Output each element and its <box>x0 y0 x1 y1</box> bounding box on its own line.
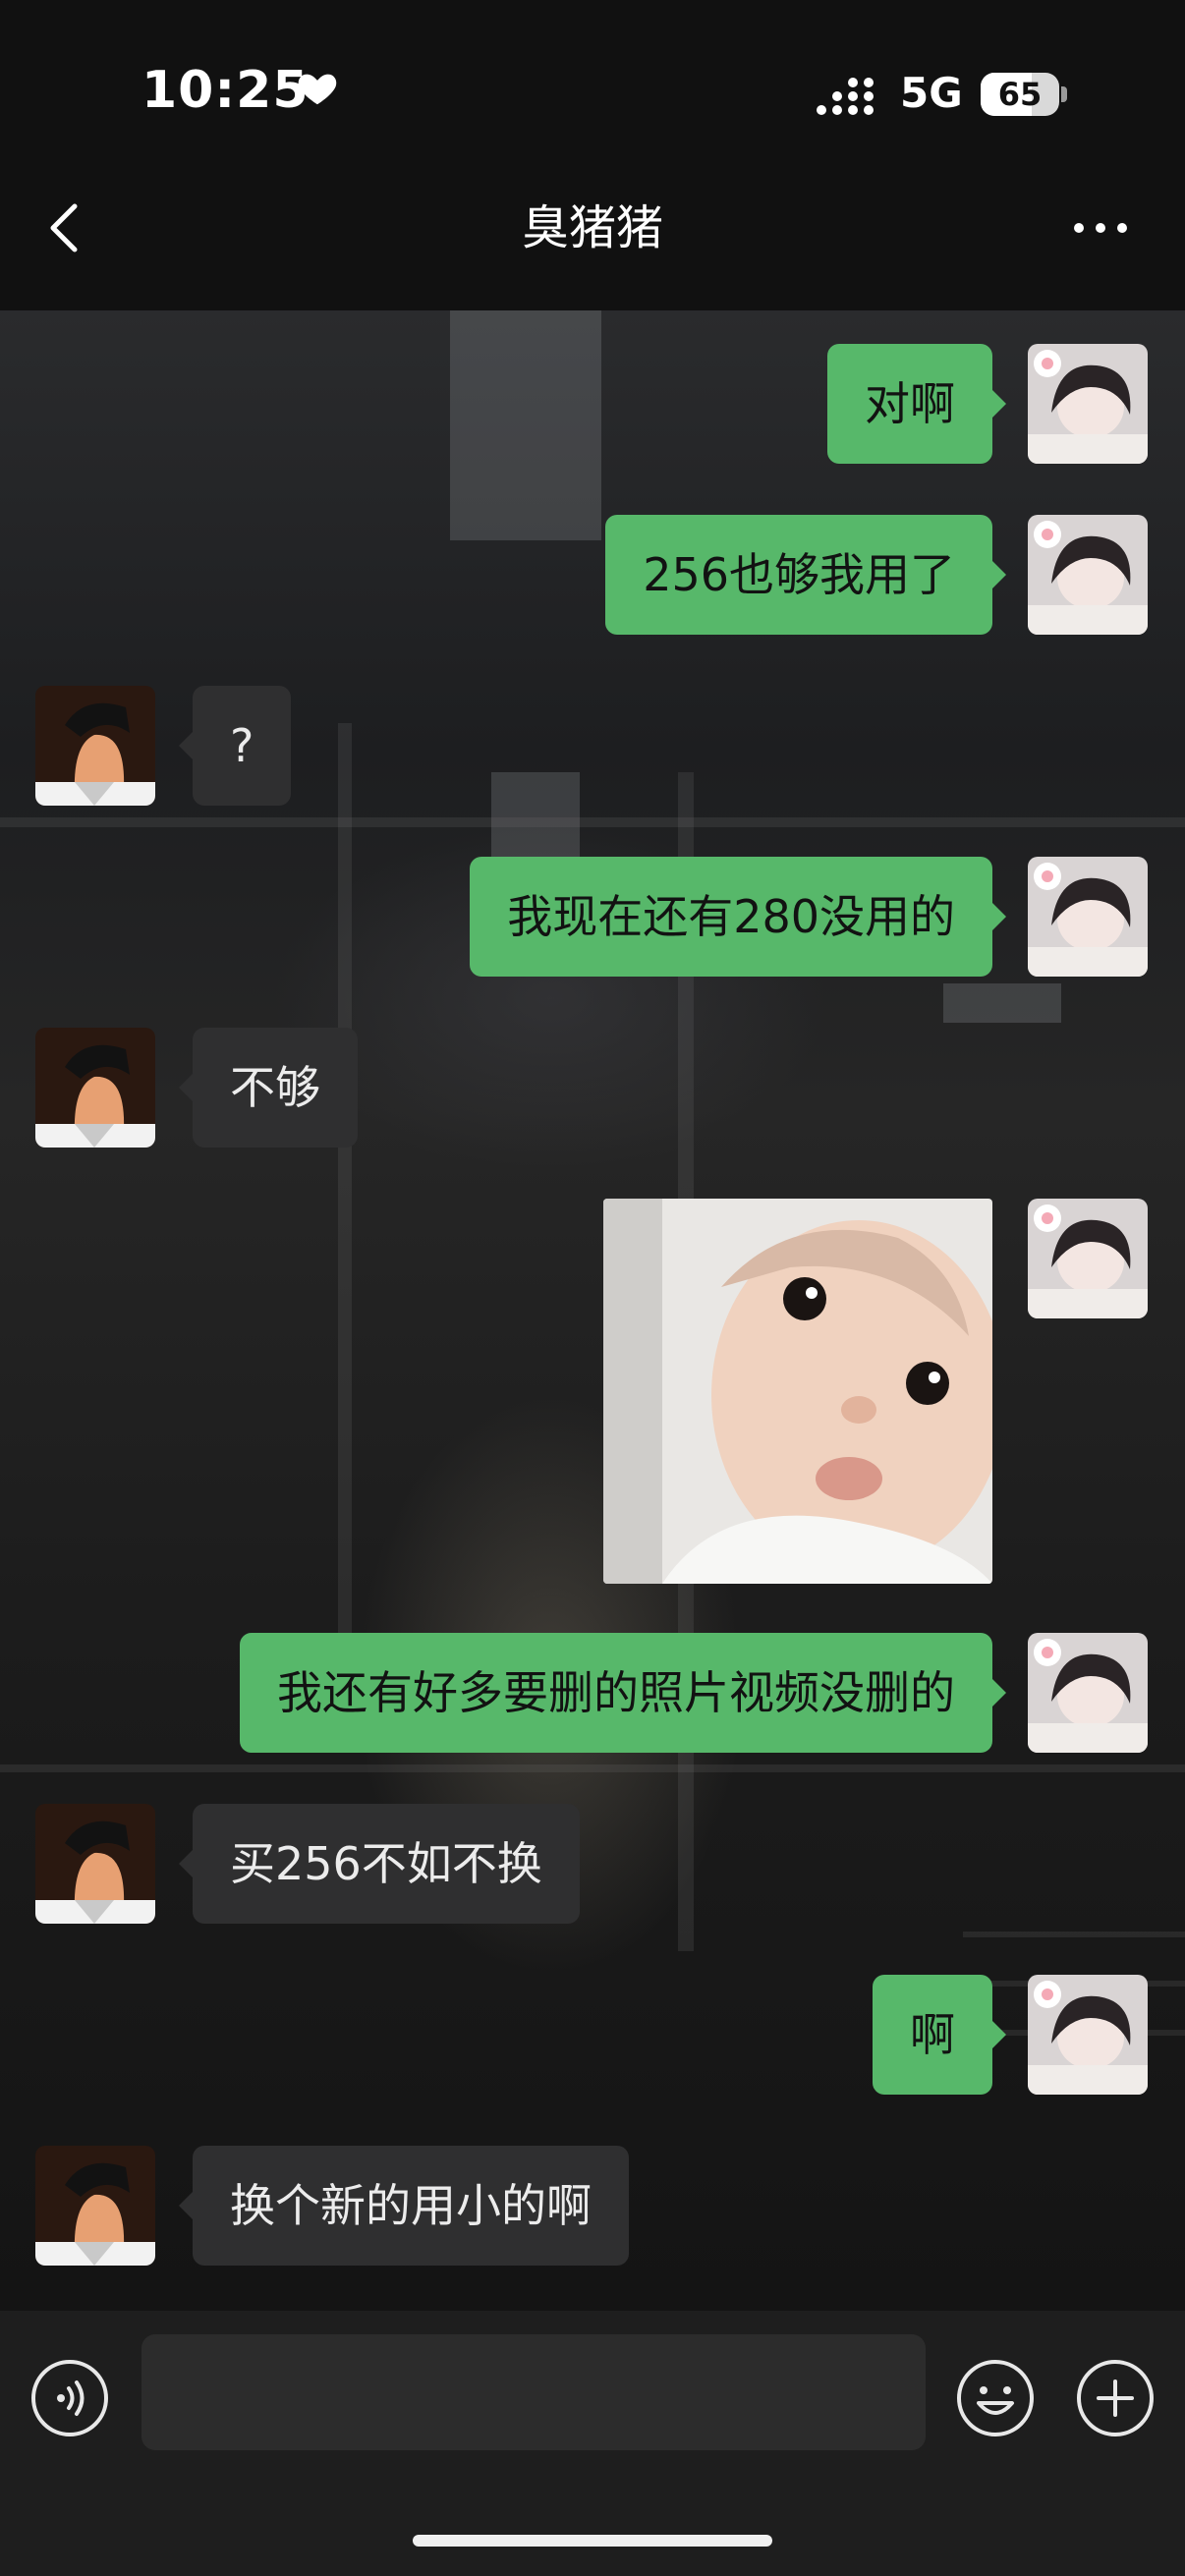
contact-avatar[interactable] <box>35 1804 155 1924</box>
status-time: 10:25 <box>141 61 310 120</box>
cartoon-avatar-icon <box>35 686 155 806</box>
user-photo-avatar-icon <box>1028 515 1148 635</box>
message-bubble-outgoing[interactable]: 啊 <box>873 1975 1006 2095</box>
heart-icon <box>298 74 337 105</box>
user-photo-avatar-icon <box>1028 1633 1148 1753</box>
status-bar: 10:25 5G 65 <box>0 0 1185 187</box>
emoji-icon[interactable] <box>955 2358 1036 2438</box>
voice-icon[interactable] <box>29 2358 110 2438</box>
contact-avatar[interactable] <box>35 2146 155 2266</box>
message-bubble-incoming[interactable]: 换个新的用小的啊 <box>179 2146 629 2266</box>
cartoon-avatar-icon <box>35 2146 155 2266</box>
chat-title: 臭猪猪 <box>521 200 663 255</box>
user-photo-avatar-icon <box>1028 1199 1148 1318</box>
message-bubble-outgoing[interactable]: 我现在还有280没用的 <box>470 857 1006 977</box>
contact-avatar[interactable] <box>35 1028 155 1148</box>
message-bubble-outgoing[interactable]: 256也够我用了 <box>605 515 1006 635</box>
my-avatar[interactable] <box>1028 1633 1148 1753</box>
my-avatar[interactable] <box>1028 1975 1148 2095</box>
message-bubble-incoming[interactable]: 不够 <box>179 1028 358 1148</box>
message-bubble-incoming[interactable]: ? <box>178 686 292 806</box>
input-bar <box>0 2311 1185 2576</box>
plus-icon[interactable] <box>1075 2358 1156 2438</box>
user-photo-avatar-icon <box>1028 344 1148 464</box>
my-avatar[interactable] <box>1028 515 1148 635</box>
cartoon-avatar-icon <box>35 1804 155 1924</box>
contact-avatar[interactable] <box>35 686 155 806</box>
message-bubble-outgoing[interactable]: 对啊 <box>827 344 1006 464</box>
baby-face-photo-icon <box>603 1199 992 1584</box>
my-avatar[interactable] <box>1028 857 1148 977</box>
message-bubble-outgoing[interactable]: 我还有好多要删的照片视频没删的 <box>240 1633 1006 1753</box>
user-photo-avatar-icon <box>1028 1975 1148 2095</box>
message-input[interactable] <box>141 2334 926 2450</box>
my-avatar[interactable] <box>1028 344 1148 464</box>
network-type: 5G <box>900 69 963 117</box>
image-message[interactable] <box>603 1199 992 1584</box>
chat-area[interactable]: 对啊 256也够我用了 ? 我现在还有280没用的 不够 我还有好多要删的照片视… <box>0 310 1185 2311</box>
battery-percent: 65 <box>997 76 1043 113</box>
cartoon-avatar-icon <box>35 1028 155 1148</box>
more-icon[interactable] <box>1071 218 1130 238</box>
battery-icon: 65 <box>981 73 1067 116</box>
message-bubble-incoming[interactable]: 买256不如不换 <box>179 1804 580 1924</box>
signal-icon <box>817 78 874 115</box>
user-photo-avatar-icon <box>1028 857 1148 977</box>
my-avatar[interactable] <box>1028 1199 1148 1318</box>
home-indicator[interactable] <box>413 2535 772 2547</box>
